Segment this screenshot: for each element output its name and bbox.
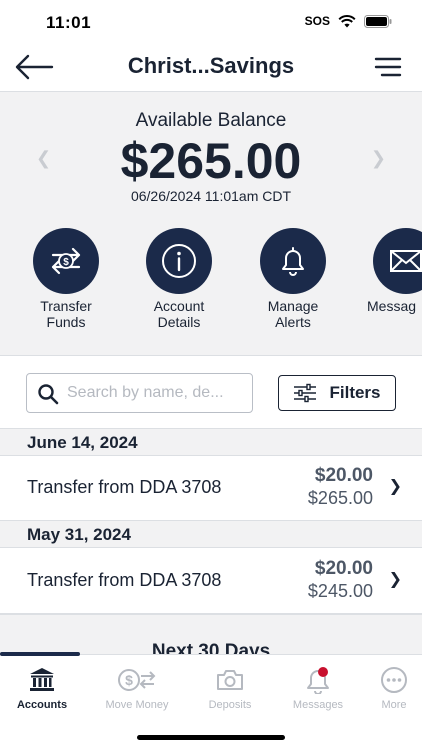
transfer-funds-button[interactable]: $ Transfer Funds [21,228,111,330]
camera-icon [217,670,243,690]
account-details-label: Account [153,298,205,314]
filters-label: Filters [329,383,381,402]
account-details-label-2: Details [157,314,201,330]
tab-label: Accounts [16,699,68,711]
transaction-amount: $20.00 [314,558,373,579]
tab-accounts[interactable]: Accounts [0,663,84,711]
menu-icon[interactable] [374,56,402,78]
transaction-amount: $20.00 [314,465,373,486]
messages-label: Messag [367,298,417,314]
sos-indicator: SOS [304,14,330,28]
tab-move-money[interactable]: $ Move Money [95,663,179,711]
active-tab-indicator [0,652,80,656]
tab-label: Move Money [105,699,169,711]
bank-icon [30,668,54,691]
transfer-funds-label-2: Funds [46,314,86,330]
date-header: June 14, 2024 [0,428,422,456]
search-icon [38,384,59,405]
messages-button[interactable]: Messag [361,228,422,314]
home-indicator [137,735,285,740]
transaction-description: Transfer from DDA 3708 [27,570,222,590]
status-time: 11:01 [46,13,92,32]
balance-timestamp: 06/26/2024 11:01am CDT [130,188,292,204]
nav-header: Christ...Savings [0,44,422,92]
transfer-funds-label: Transfer [40,298,92,314]
wifi-icon [338,14,356,27]
sliders-icon [294,383,317,403]
tab-bar: Accounts $ Move Money Deposits Messages … [0,652,422,750]
account-summary: ❮ ❯ Available Balance $265.00 06/26/2024… [0,92,422,356]
manage-alerts-label: Manage [267,298,319,314]
transaction-balance: $265.00 [307,488,373,508]
tab-label: More [381,699,407,711]
tab-label: Messages [292,699,344,711]
date-header: May 31, 2024 [0,520,422,548]
search-box[interactable] [26,373,253,413]
date-header-label: June 14, 2024 [27,433,138,452]
battery-icon [364,14,392,28]
available-balance-label: Available Balance [135,110,287,131]
bell-icon [307,667,329,694]
transaction-description: Transfer from DDA 3708 [27,477,222,497]
status-indicators: SOS [305,14,392,28]
chevron-right-icon: ❯ [388,478,402,495]
svg-text:$: $ [63,257,69,268]
status-bar: 11:01 SOS [0,0,422,44]
transaction-row[interactable]: Transfer from DDA 3708 $20.00 $245.00 ❯ [0,549,422,614]
transaction-row[interactable]: Transfer from DDA 3708 $20.00 $265.00 ❯ [0,456,422,520]
page-title: Christ...Savings [127,53,295,78]
bell-icon [282,247,304,276]
move-money-icon: $ [118,669,156,691]
date-header-label: May 31, 2024 [27,525,131,544]
search-input[interactable] [67,374,249,412]
transfer-icon: $ [51,247,81,275]
account-details-button[interactable]: Account Details [134,228,224,330]
tab-more[interactable]: More [352,663,422,711]
manage-alerts-button[interactable]: Manage Alerts [248,228,338,330]
transaction-balance: $245.00 [307,581,373,601]
info-icon [162,244,196,278]
tab-messages[interactable]: Messages [276,663,360,711]
svg-text:$: $ [125,672,133,688]
tab-deposits[interactable]: Deposits [188,663,272,711]
tab-label: Deposits [208,699,252,711]
next-30-days-header: Next 30 Days [0,614,422,654]
more-icon [381,667,407,693]
search-row: Filters [0,356,422,428]
available-balance-amount: $265.00 [120,133,302,189]
filters-button[interactable]: Filters [278,375,396,411]
mail-icon [390,250,422,272]
chevron-right-icon: ❯ [388,571,402,588]
manage-alerts-label-2: Alerts [275,314,311,330]
